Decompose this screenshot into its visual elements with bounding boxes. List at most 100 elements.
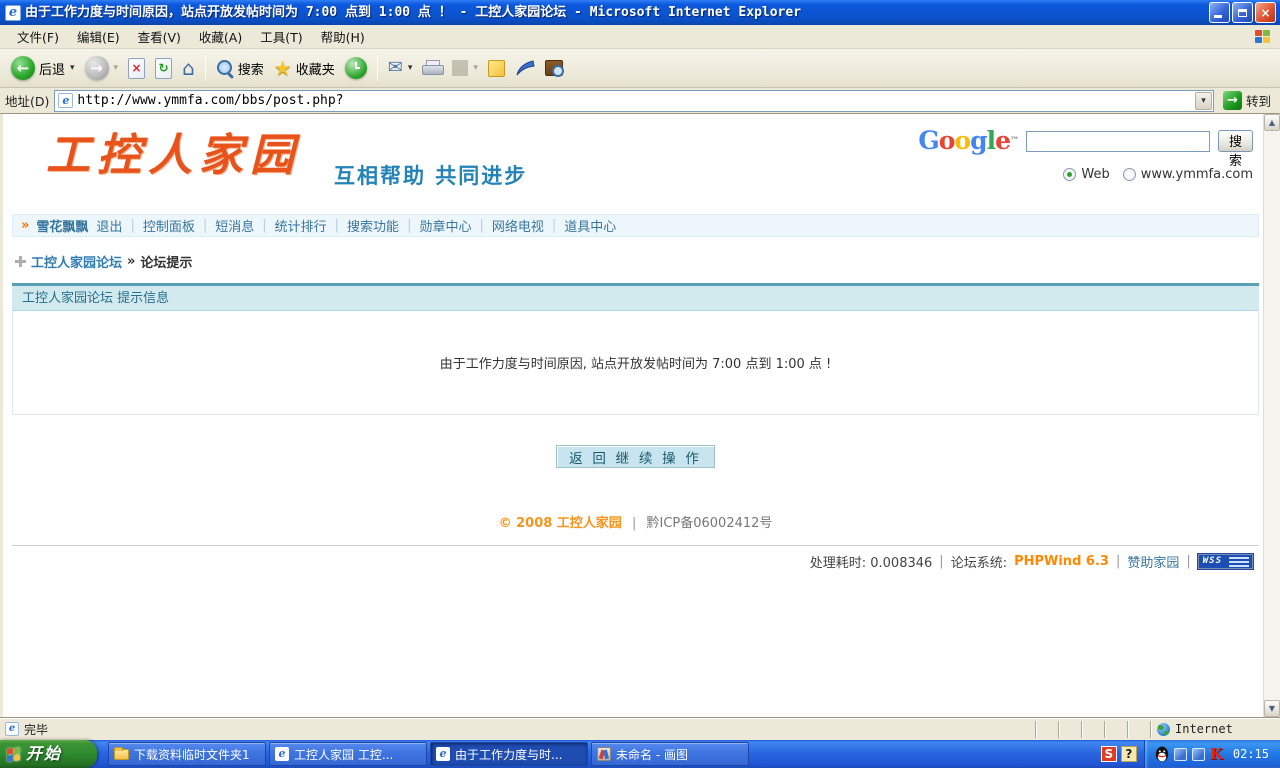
menu-favorites[interactable]: 收藏(A)	[190, 24, 251, 49]
scroll-down-button[interactable]: ▼	[1264, 700, 1280, 717]
radio-site[interactable]	[1123, 168, 1136, 181]
breadcrumb-current: 论坛提示	[140, 252, 192, 271]
menu-edit[interactable]: 编辑(E)	[68, 24, 129, 49]
google-search-button[interactable]: 搜索	[1218, 130, 1253, 152]
folder-icon	[114, 749, 129, 760]
site-header: 工控人家园 互相帮助 共同进步 Google™ 搜索 Web www.ymmfa…	[12, 124, 1259, 205]
search-button[interactable]: 搜索	[211, 57, 269, 80]
restore-button[interactable]	[1232, 2, 1253, 23]
window-controls: ×	[1209, 2, 1276, 23]
address-field[interactable]: e ▾	[54, 90, 1214, 112]
minimize-icon	[1214, 15, 1222, 18]
search-icon	[216, 59, 234, 77]
nav-search-link[interactable]: 搜索功能	[347, 216, 399, 235]
back-button[interactable]: ← 后退 ▾	[6, 54, 80, 82]
minimize-button[interactable]	[1209, 2, 1230, 23]
go-button[interactable]: → 转到	[1219, 90, 1275, 111]
taskbar: 开始 下载资料临时文件夹1 e 工控人家园 工控... e 由于工作力度与时..…	[0, 740, 1280, 768]
action-row: 返 回 继 续 操 作	[12, 445, 1259, 468]
address-dropdown-button[interactable]: ▾	[1195, 92, 1212, 110]
thunder-button[interactable]	[510, 57, 540, 79]
mail-button[interactable]: ✉ ▾	[383, 57, 418, 79]
input-help-icon[interactable]: ?	[1121, 746, 1137, 762]
scroll-up-button[interactable]: ▲	[1264, 114, 1280, 131]
notice-header: 工控人家园论坛 提示信息	[12, 286, 1259, 311]
breadcrumb-forum-link[interactable]: 工控人家园论坛	[31, 252, 122, 271]
sponsor-link[interactable]: 赞助家园	[1127, 552, 1179, 571]
menu-help[interactable]: 帮助(H)	[312, 24, 374, 49]
security-zone: Internet	[1150, 721, 1280, 738]
toolbar-separator	[205, 55, 206, 81]
site-slogan: 互相帮助 共同进步	[334, 160, 527, 190]
start-label: 开始	[26, 740, 62, 768]
go-label: 转到	[1246, 91, 1271, 110]
refresh-icon: ↻	[155, 58, 172, 79]
address-label: 地址(D)	[5, 91, 49, 110]
back-dropdown-icon[interactable]: ▾	[70, 63, 75, 73]
print-button[interactable]	[417, 58, 447, 78]
history-icon	[345, 57, 367, 79]
status-pane	[1035, 721, 1058, 738]
status-pane	[1058, 721, 1081, 738]
ie-icon: e	[275, 747, 289, 761]
favorites-button[interactable]: ★ 收藏夹	[269, 57, 340, 80]
taskbar-task-forum[interactable]: e 工控人家园 工控...	[269, 742, 427, 766]
research-button[interactable]	[540, 58, 568, 78]
wss-badge[interactable]: WSS	[1198, 554, 1253, 569]
start-button[interactable]: 开始	[0, 740, 97, 768]
close-button[interactable]: ×	[1255, 2, 1276, 23]
copyright-link[interactable]: © 2008 工控人家园	[499, 516, 622, 531]
messenger-button[interactable]	[483, 58, 510, 79]
google-logo: Google™	[918, 128, 1018, 154]
nav-stats-link[interactable]: 统计排行	[275, 216, 327, 235]
mail-dropdown-icon[interactable]: ▾	[408, 63, 413, 73]
history-button[interactable]	[340, 55, 372, 81]
nav-logout-link[interactable]: 退出	[96, 216, 122, 235]
browser-viewport: 工控人家园 互相帮助 共同进步 Google™ 搜索 Web www.ymmfa…	[0, 114, 1280, 717]
book-search-icon	[545, 60, 563, 76]
nav-items-link[interactable]: 道具中心	[564, 216, 616, 235]
forward-button[interactable]: → ▾	[80, 54, 124, 82]
language-bar: S ?	[1101, 740, 1137, 768]
page-favicon-icon: e	[58, 93, 73, 108]
close-icon: ×	[1260, 6, 1270, 20]
forward-icon: →	[85, 56, 109, 80]
ie-logo-icon: e	[5, 5, 21, 21]
refresh-button[interactable]: ↻	[150, 56, 177, 81]
nav-control-panel-link[interactable]: 控制面板	[143, 216, 195, 235]
favorites-label: 收藏夹	[296, 59, 335, 78]
taskbar-task-folder[interactable]: 下载资料临时文件夹1	[108, 742, 266, 766]
menu-tools[interactable]: 工具(T)	[251, 24, 311, 49]
taskbar-task-current[interactable]: e 由于工作力度与时...	[430, 742, 588, 766]
system-tray: K 02:15	[1144, 740, 1280, 768]
internet-globe-icon	[1157, 723, 1170, 736]
vertical-scrollbar[interactable]: ▲ ▼	[1263, 114, 1280, 717]
stop-button[interactable]: ×	[123, 56, 150, 81]
status-pane	[1104, 721, 1127, 738]
menu-view[interactable]: 查看(V)	[129, 24, 190, 49]
taskbar-task-paint[interactable]: 未命名 - 画图	[591, 742, 749, 766]
title-bar: e 由于工作力度与时间原因，站点开放发帖时间为 7:00 点到 1:00 点 ！…	[0, 0, 1280, 25]
status-text: 完毕	[24, 721, 48, 738]
menu-file[interactable]: 文件(F)	[8, 24, 68, 49]
notice-message: 由于工作力度与时间原因, 站点开放发帖时间为 7:00 点到 1:00 点 !	[12, 311, 1259, 415]
home-button[interactable]: ⌂	[177, 56, 200, 80]
site-logo[interactable]: 工控人家园	[46, 130, 301, 182]
radio-web[interactable]	[1063, 168, 1076, 181]
print-icon	[422, 60, 442, 76]
phpwind-link[interactable]: PHPWind 6.3	[1014, 554, 1109, 569]
qq-penguin-icon[interactable]	[1155, 746, 1169, 762]
tray-message-icon[interactable]	[1192, 748, 1205, 761]
address-input[interactable]	[77, 93, 1195, 108]
tray-k-icon[interactable]: K	[1210, 747, 1223, 762]
return-continue-button[interactable]: 返 回 继 续 操 作	[556, 445, 715, 468]
nav-username-link[interactable]: 雪花飘飘	[36, 216, 88, 235]
nav-webtv-link[interactable]: 网络电视	[492, 216, 544, 235]
nav-arrow: »	[21, 218, 29, 233]
google-search-input[interactable]	[1026, 131, 1210, 152]
sogou-input-icon[interactable]: S	[1101, 746, 1117, 762]
tray-message-icon[interactable]	[1174, 748, 1187, 761]
system-label: 论坛系统:	[951, 552, 1007, 571]
nav-medals-link[interactable]: 勋章中心	[419, 216, 471, 235]
nav-messages-link[interactable]: 短消息	[215, 216, 254, 235]
